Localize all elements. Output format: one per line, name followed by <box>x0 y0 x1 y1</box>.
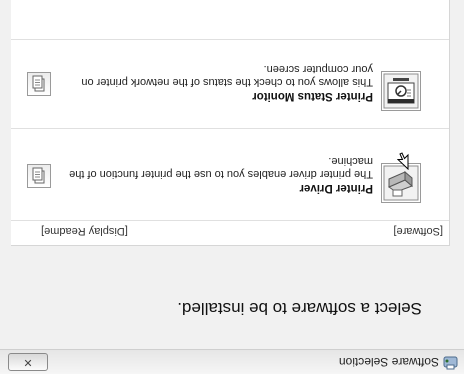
column-header-software: [Software] <box>393 225 443 237</box>
title-bar: Software Selection ✕ <box>0 349 464 374</box>
item-description: This allows you to check the status of t… <box>81 63 373 89</box>
header-divider <box>11 220 449 221</box>
item-title: Printer Driver <box>299 182 373 194</box>
document-icon <box>32 167 45 184</box>
item-title: Printer Status Monitor <box>252 90 373 102</box>
software-selection-window: Software Selection ✕ Select a software t… <box>0 0 464 374</box>
readme-button[interactable] <box>27 72 51 96</box>
window-title: Software Selection <box>338 355 439 369</box>
document-icon <box>32 75 45 92</box>
item-divider <box>11 128 449 129</box>
close-button[interactable]: ✕ <box>8 353 48 371</box>
status-monitor-icon[interactable] <box>381 71 421 111</box>
item-description: The printer driver enables you to use th… <box>69 155 373 181</box>
readme-button[interactable] <box>27 164 51 188</box>
mouse-pointer-icon <box>397 152 409 170</box>
bottom-divider <box>11 39 449 40</box>
software-list-panel: [Software] [Display Readme] Printer Driv… <box>11 0 450 246</box>
app-icon <box>443 356 458 370</box>
page-heading: Select a software to be installed. <box>177 299 422 318</box>
column-header-readme: [Display Readme] <box>41 225 128 237</box>
